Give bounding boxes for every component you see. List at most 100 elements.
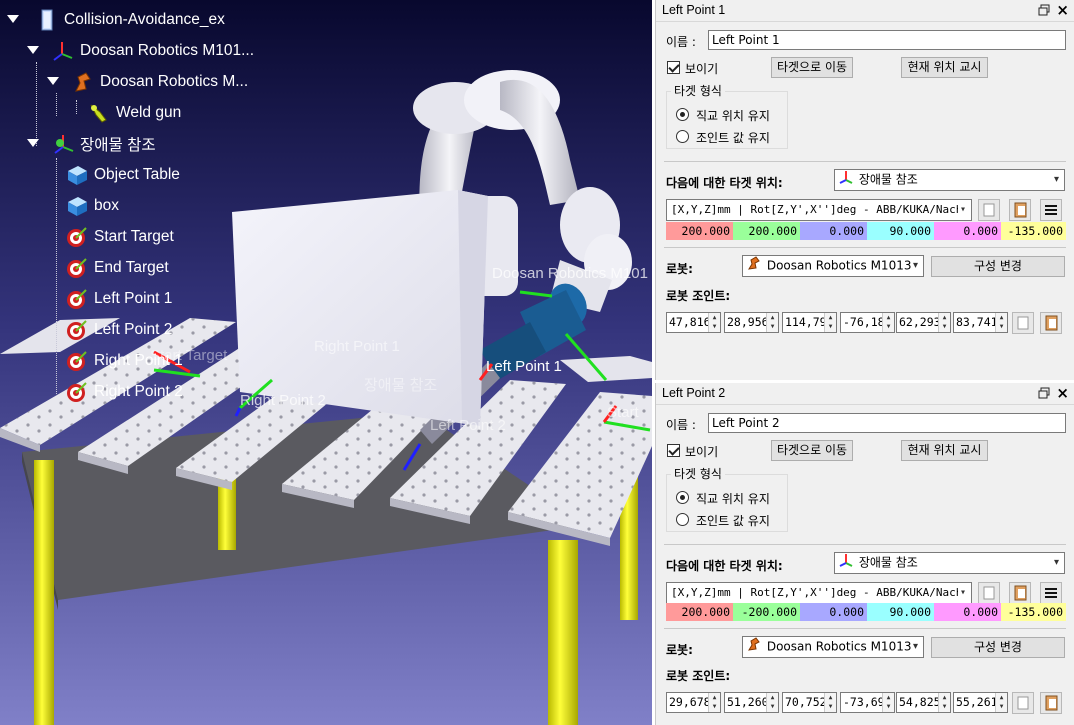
menu-icon[interactable]	[1040, 582, 1062, 604]
copy-icon[interactable]	[1012, 312, 1034, 334]
cube-icon	[66, 164, 88, 186]
teach-current-position-button[interactable]: 현재 위치 교시	[901, 57, 988, 78]
copy-icon[interactable]	[978, 199, 1000, 221]
chevron-down-icon: ▾	[912, 260, 918, 271]
visible-checkbox[interactable]	[667, 61, 680, 74]
separator	[664, 161, 1066, 162]
tree-item-reference[interactable]: 장애물 참조	[26, 131, 156, 157]
radio-cartesian[interactable]	[676, 491, 689, 504]
joint-4-input[interactable]: -73,69 ▲ ▼	[840, 692, 895, 713]
robot-select[interactable]: Doosan Robotics M1013 ▾	[742, 636, 924, 658]
format-select-value: [X,Y,Z]mm | Rot[Z,Y',X'']deg - ABB/KUKA/…	[671, 586, 963, 599]
expand-icon[interactable]	[26, 44, 40, 58]
joint-3-input[interactable]: 114,799 ▲ ▼	[782, 312, 837, 333]
radio-joint[interactable]	[676, 513, 689, 526]
separator	[664, 544, 1066, 545]
cube-icon	[66, 195, 88, 217]
paste-icon[interactable]	[1009, 199, 1031, 221]
tree-item-end-target[interactable]: End Target	[66, 255, 169, 281]
name-field[interactable]: Left Point 2	[708, 413, 1066, 433]
radio-joint[interactable]	[676, 130, 689, 143]
joint-4-input[interactable]: -76,18 ▲ ▼	[840, 312, 895, 333]
robot-icon	[72, 71, 94, 93]
expand-icon[interactable]	[6, 13, 20, 27]
robot-select[interactable]: Doosan Robotics M1013 ▾	[742, 255, 924, 277]
joint-6-input[interactable]: 83,7416 ▲ ▼	[953, 312, 1008, 333]
viewport-label-left-point-1: Left Point 1	[486, 358, 562, 375]
tree-item-right-point-2[interactable]: Right Point 2	[66, 379, 183, 405]
move-to-target-button[interactable]: 타겟으로 이동	[771, 440, 853, 461]
robot-label: 로봇:	[666, 262, 693, 276]
tree-item-robot[interactable]: Doosan Robotics M...	[46, 69, 248, 95]
reference-select[interactable]: 장애물 참조 ▾	[834, 552, 1065, 574]
tree-item-label: Left Point 2	[94, 321, 173, 338]
target-icon	[66, 288, 88, 310]
copy-icon[interactable]	[978, 582, 1000, 604]
joint-2-input[interactable]: 28,9566 ▲ ▼	[724, 312, 779, 333]
menu-icon[interactable]	[1040, 199, 1062, 221]
rotation-z-value[interactable]: 90.000	[867, 603, 934, 621]
close-icon[interactable]: ×	[1056, 1, 1069, 19]
position-z-value[interactable]: 0.000	[800, 222, 867, 240]
tree-item-label: box	[94, 197, 119, 214]
target-icon	[66, 257, 88, 279]
radio-joint-label: 조인트 값 유지	[696, 131, 770, 145]
station-icon	[36, 9, 58, 31]
tree-item-station[interactable]: Collision-Avoidance_ex	[6, 7, 225, 33]
expand-icon[interactable]	[46, 75, 60, 89]
paste-icon[interactable]	[1040, 692, 1062, 714]
teach-current-position-button[interactable]: 현재 위치 교시	[901, 440, 988, 461]
tree-item-box[interactable]: box	[66, 193, 119, 219]
restore-icon[interactable]	[1037, 3, 1051, 17]
expand-icon[interactable]	[26, 137, 40, 151]
tree-item-robot-frame[interactable]: Doosan Robotics M101...	[26, 38, 254, 64]
position-x-value[interactable]: 200.000	[666, 603, 733, 621]
restore-icon[interactable]	[1037, 386, 1051, 400]
paste-icon[interactable]	[1009, 582, 1031, 604]
3d-viewport[interactable]: Collision-Avoidance_ex Doosan Robotics M…	[0, 0, 652, 725]
tree-item-weld-gun[interactable]: Weld gun	[82, 100, 181, 126]
joint-1-input[interactable]: 29,6780 ▲ ▼	[666, 692, 721, 713]
radio-cartesian[interactable]	[676, 108, 689, 121]
position-x-value[interactable]: 200.000	[666, 222, 733, 240]
rotation-z-value[interactable]: 90.000	[867, 222, 934, 240]
rotation-y-value[interactable]: 0.000	[934, 222, 1001, 240]
joint-5-input[interactable]: 62,2939 ▲ ▼	[896, 312, 951, 333]
joint-2-input[interactable]: 51,2606 ▲ ▼	[724, 692, 779, 713]
paste-icon[interactable]	[1040, 312, 1062, 334]
joint-5-input[interactable]: 54,8256 ▲ ▼	[896, 692, 951, 713]
viewport-label-start: Start	[607, 404, 639, 421]
rotation-y-value[interactable]: 0.000	[934, 603, 1001, 621]
joint-1-input[interactable]: 47,8166 ▲ ▼	[666, 312, 721, 333]
format-select[interactable]: [X,Y,Z]mm | Rot[Z,Y',X'']deg - ABB/KUKA/…	[666, 582, 972, 604]
joint-3-input[interactable]: 70,7526 ▲ ▼	[782, 692, 837, 713]
reference-select[interactable]: 장애물 참조 ▾	[834, 169, 1065, 191]
rotation-x-value[interactable]: -135.000	[1001, 222, 1066, 240]
change-configuration-button[interactable]: 구성 변경	[931, 256, 1065, 277]
move-to-target-button[interactable]: 타겟으로 이동	[771, 57, 853, 78]
rotation-x-value[interactable]: -135.000	[1001, 603, 1066, 621]
tree-item-object-table[interactable]: Object Table	[66, 162, 180, 188]
visible-checkbox[interactable]	[667, 444, 680, 457]
panel-titlebar: Left Point 2 ×	[656, 383, 1074, 405]
tree-item-left-point-1[interactable]: Left Point 1	[66, 286, 172, 312]
joint-6-input[interactable]: 55,2613 ▲ ▼	[953, 692, 1008, 713]
close-icon[interactable]: ×	[1056, 384, 1069, 402]
change-configuration-button[interactable]: 구성 변경	[931, 637, 1065, 658]
position-y-value[interactable]: -200.000	[733, 603, 800, 621]
position-z-value[interactable]: 0.000	[800, 603, 867, 621]
tree-item-left-point-2[interactable]: Left Point 2	[66, 317, 172, 343]
viewport-label-right-point-1: Right Point 1	[314, 338, 400, 355]
chevron-down-icon: ▾	[957, 200, 966, 219]
reference-frame-icon	[839, 553, 855, 573]
copy-icon[interactable]	[1012, 692, 1034, 714]
name-field[interactable]: Left Point 1	[708, 30, 1066, 50]
separator	[664, 247, 1066, 248]
format-select[interactable]: [X,Y,Z]mm | Rot[Z,Y',X'']deg - ABB/KUKA/…	[666, 199, 972, 221]
position-y-value[interactable]: 200.000	[733, 222, 800, 240]
radio-cartesian-label: 직교 위치 유지	[696, 492, 770, 506]
reference-frame-icon	[52, 133, 74, 155]
robot-joints-label: 로봇 조인트:	[666, 289, 731, 303]
tree-item-label: Object Table	[94, 166, 180, 183]
tree-item-start-target[interactable]: Start Target	[66, 224, 174, 250]
